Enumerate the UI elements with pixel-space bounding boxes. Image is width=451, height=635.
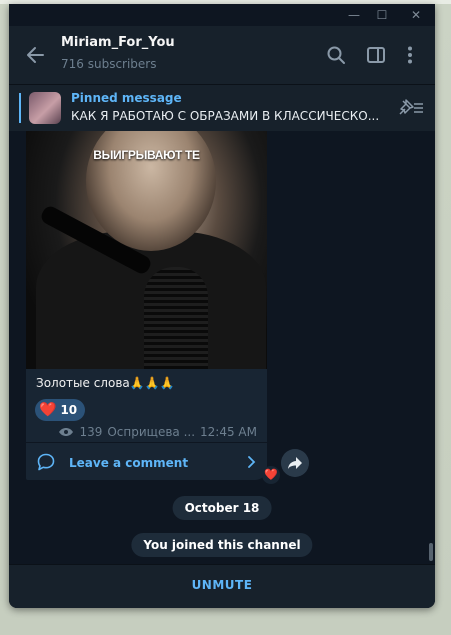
sidebar-toggle-icon[interactable] <box>365 44 387 66</box>
minimize-button[interactable]: — <box>339 4 369 26</box>
pinned-thumbnail <box>29 92 61 124</box>
views-eye-icon <box>59 428 74 436</box>
comment-bubble-icon <box>37 453 55 471</box>
search-icon[interactable] <box>325 44 347 66</box>
video-caption: ВЫИГРЫВАЮТ ТЕ <box>93 148 200 162</box>
back-arrow-icon[interactable] <box>23 42 49 68</box>
pinned-text: КАК Я РАБОТАЮ С ОБРАЗАМИ В КЛАССИЧЕСКО..… <box>71 109 380 123</box>
channel-title[interactable]: Miriam_For_You <box>61 35 175 50</box>
chevron-right-icon <box>248 456 256 468</box>
share-button[interactable] <box>281 449 309 477</box>
unmute-button[interactable]: UNMUTE <box>9 578 435 592</box>
post-time: 12:45 AM <box>200 425 257 439</box>
scrollbar-thumb[interactable] <box>429 543 433 561</box>
chat-header: Miriam_For_You 716 subscribers <box>9 26 435 84</box>
message-text: Золотые слова🙏🙏🙏 <box>36 376 175 390</box>
reaction-chip[interactable]: ❤️ 10 <box>35 399 86 421</box>
leave-comment-label: Leave a comment <box>69 456 189 470</box>
pinned-message-bar[interactable]: Pinned message КАК Я РАБОТАЮ С ОБРАЗАМИ … <box>9 84 435 131</box>
comment-reaction-heart-icon: ❤️ <box>262 466 280 484</box>
view-count: 139 <box>79 425 103 439</box>
chat-area[interactable]: ВЫИГРЫВАЮТ ТЕ Золотые слова🙏🙏🙏 ❤️ 10 139… <box>9 131 435 562</box>
title-bar: — ☐ ✕ <box>9 4 435 26</box>
joined-channel-notice: You joined this channel <box>131 533 313 557</box>
more-vertical-icon[interactable] <box>399 44 421 66</box>
bottom-bar: UNMUTE <box>9 564 435 608</box>
date-separator: October 18 <box>172 496 272 520</box>
message-meta: 139 Осприщева ... 12:45 AM <box>58 425 257 439</box>
heart-icon: ❤️ <box>39 402 57 418</box>
post-author: Осприщева ... <box>107 425 196 439</box>
pin-list-icon[interactable] <box>397 97 425 117</box>
telegram-window: — ☐ ✕ Miriam_For_You 716 subscribers Pin… <box>9 4 435 608</box>
pinned-indicator <box>19 93 21 123</box>
video-preview[interactable]: ВЫИГРЫВАЮТ ТЕ <box>26 131 267 369</box>
pinned-title: Pinned message <box>71 91 182 105</box>
channel-post: ВЫИГРЫВАЮТ ТЕ Золотые слова🙏🙏🙏 ❤️ 10 139… <box>26 131 267 480</box>
leave-comment-button[interactable]: Leave a comment <box>26 443 267 480</box>
subscriber-count: 716 subscribers <box>61 57 157 71</box>
maximize-button[interactable]: ☐ <box>367 4 397 26</box>
video-microphone <box>144 267 208 369</box>
close-button[interactable]: ✕ <box>401 4 431 26</box>
reaction-count: 10 <box>60 403 78 417</box>
